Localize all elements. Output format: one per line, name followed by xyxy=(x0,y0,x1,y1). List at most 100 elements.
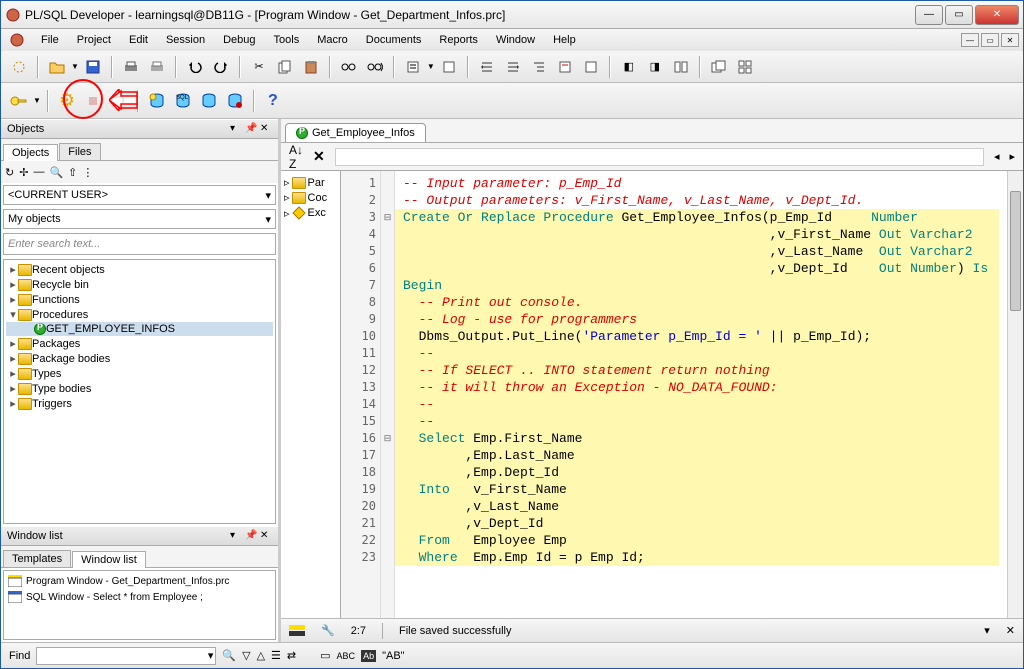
objects-tree[interactable]: ▸ Recent objects▸ Recycle bin▸ Functions… xyxy=(3,259,276,524)
close-button[interactable]: ✕ xyxy=(975,5,1019,25)
tree-item[interactable]: ▸ Recent objects xyxy=(6,262,273,277)
panel-close-icon[interactable]: ✕ xyxy=(260,530,272,542)
menu-project[interactable]: Project xyxy=(69,32,119,48)
tool3-button[interactable] xyxy=(669,55,693,79)
db1-button[interactable] xyxy=(145,89,169,113)
up-icon[interactable]: ⇧ xyxy=(68,166,77,179)
wrench-icon[interactable]: 🔧 xyxy=(321,624,335,637)
mdi-restore-button[interactable]: ▭ xyxy=(981,33,999,47)
tile-button[interactable] xyxy=(733,55,757,79)
find-binoculars-icon[interactable]: 🔍 xyxy=(222,649,236,662)
tab-objects[interactable]: Objects xyxy=(3,144,58,161)
tree-item[interactable]: ▾ Procedures xyxy=(6,307,273,322)
binoculars-icon[interactable]: 🔍 xyxy=(49,166,63,179)
panel-close-icon[interactable]: ✕ xyxy=(260,123,272,135)
maximize-button[interactable]: ▭ xyxy=(945,5,973,25)
window-item[interactable]: Program Window - Get_Department_Infos.pr… xyxy=(6,573,273,589)
find-input[interactable]: ▾ xyxy=(36,647,216,665)
menu-edit[interactable]: Edit xyxy=(121,32,156,48)
tab-files[interactable]: Files xyxy=(59,143,100,160)
panel-dropdown-icon[interactable]: ▾ xyxy=(230,123,242,135)
scroll-left-icon[interactable]: ◂ xyxy=(994,150,1000,163)
save-button[interactable] xyxy=(81,55,105,79)
search-input[interactable]: Enter search text... xyxy=(3,233,276,255)
tab-windowlist[interactable]: Window list xyxy=(72,551,146,568)
help-button[interactable]: ? xyxy=(261,89,285,113)
mdi-minimize-button[interactable]: — xyxy=(961,33,979,47)
key-button[interactable] xyxy=(7,89,31,113)
tool2-button[interactable]: ◨ xyxy=(643,55,667,79)
refresh-icon[interactable]: ↻ xyxy=(5,166,14,179)
menu-help[interactable]: Help xyxy=(545,32,584,48)
status-down-icon[interactable]: ▾ xyxy=(984,624,990,637)
tree-item[interactable]: ▸ Recycle bin xyxy=(6,277,273,292)
user-combo[interactable]: <CURRENT USER> ▾ xyxy=(3,185,276,205)
explain-plan-button[interactable] xyxy=(401,55,425,79)
new-button[interactable] xyxy=(7,55,31,79)
break-button[interactable] xyxy=(81,89,105,113)
menu-session[interactable]: Session xyxy=(158,32,213,48)
tool1-button[interactable]: ◧ xyxy=(617,55,641,79)
breadcrumb-input[interactable] xyxy=(335,148,984,166)
tree-item[interactable]: ▸ Types xyxy=(6,366,273,381)
menu-reports[interactable]: Reports xyxy=(431,32,486,48)
tool-icon[interactable]: ⋮ xyxy=(82,166,93,179)
find-up-icon[interactable]: △ xyxy=(257,649,265,662)
tree-item[interactable]: ▸ Functions xyxy=(6,292,273,307)
minus-icon[interactable]: — xyxy=(33,166,44,178)
panel-dropdown-icon[interactable]: ▾ xyxy=(230,530,242,542)
tree-item[interactable]: ▸ Type bodies xyxy=(6,381,273,396)
window-item[interactable]: SQL Window - Select * from Employee ; xyxy=(6,589,273,605)
find-quote[interactable]: "AB" xyxy=(382,650,404,662)
panel-pin-icon[interactable]: 📌 xyxy=(245,123,257,135)
tab-templates[interactable]: Templates xyxy=(3,550,71,567)
menu-documents[interactable]: Documents xyxy=(358,32,430,48)
scroll-right-icon[interactable]: ▸ xyxy=(1009,150,1015,163)
menu-debug[interactable]: Debug xyxy=(215,32,263,48)
db3-button[interactable] xyxy=(197,89,221,113)
tree-item[interactable]: ▸ Package bodies xyxy=(6,351,273,366)
find-replace-icon[interactable]: ⇄ xyxy=(287,649,296,662)
paste-button[interactable] xyxy=(299,55,323,79)
plus-icon[interactable]: ✢ xyxy=(19,166,28,179)
sort-icon[interactable]: A↓Z xyxy=(289,143,303,171)
find-all-icon[interactable]: ☰ xyxy=(271,649,281,662)
minimize-button[interactable]: — xyxy=(915,5,943,25)
bookmark-button[interactable] xyxy=(579,55,603,79)
find-opt-case-icon[interactable]: Ab xyxy=(361,650,376,662)
uncomment-button[interactable] xyxy=(553,55,577,79)
print-preview-button[interactable] xyxy=(145,55,169,79)
menu-tools[interactable]: Tools xyxy=(266,32,308,48)
undo-button[interactable] xyxy=(183,55,207,79)
execute-button[interactable]: ⚙ xyxy=(55,89,79,113)
vertical-scrollbar[interactable] xyxy=(1007,171,1023,618)
query-builder-button[interactable] xyxy=(437,55,461,79)
tree-item[interactable]: ▸ Triggers xyxy=(6,396,273,411)
code-navigator[interactable]: ▹Par ▹Coc ▹Exc xyxy=(281,171,341,618)
code-editor[interactable]: -- Input parameter: p_Emp_Id-- Output pa… xyxy=(395,171,1007,618)
copy-button[interactable] xyxy=(273,55,297,79)
redo-button[interactable] xyxy=(209,55,233,79)
doc-tab[interactable]: Get_Employee_Infos xyxy=(285,123,426,142)
open-button[interactable] xyxy=(45,55,69,79)
find-down-icon[interactable]: ▽ xyxy=(242,649,250,662)
panel-pin-icon[interactable]: 📌 xyxy=(245,530,257,542)
find-button[interactable] xyxy=(337,55,361,79)
menu-file[interactable]: File xyxy=(33,32,67,48)
windows-button[interactable] xyxy=(707,55,731,79)
indent-button[interactable] xyxy=(475,55,499,79)
close-nav-icon[interactable]: ✕ xyxy=(313,148,325,165)
menu-window[interactable]: Window xyxy=(488,32,543,48)
mdi-close-button[interactable]: ✕ xyxy=(1001,33,1019,47)
comment-button[interactable] xyxy=(527,55,551,79)
db2-button[interactable]: SQL xyxy=(171,89,195,113)
print-button[interactable] xyxy=(119,55,143,79)
step-button[interactable] xyxy=(107,89,131,113)
find-next-button[interactable] xyxy=(363,55,387,79)
db4-button[interactable] xyxy=(223,89,247,113)
find-opt-abc-icon[interactable]: ABC xyxy=(337,651,356,661)
menu-macro[interactable]: Macro xyxy=(309,32,356,48)
fold-column[interactable]: ⊟⊟ xyxy=(381,171,395,618)
find-opt1-icon[interactable]: ▭ xyxy=(320,649,330,662)
tree-item[interactable]: GET_EMPLOYEE_INFOS xyxy=(6,322,273,336)
